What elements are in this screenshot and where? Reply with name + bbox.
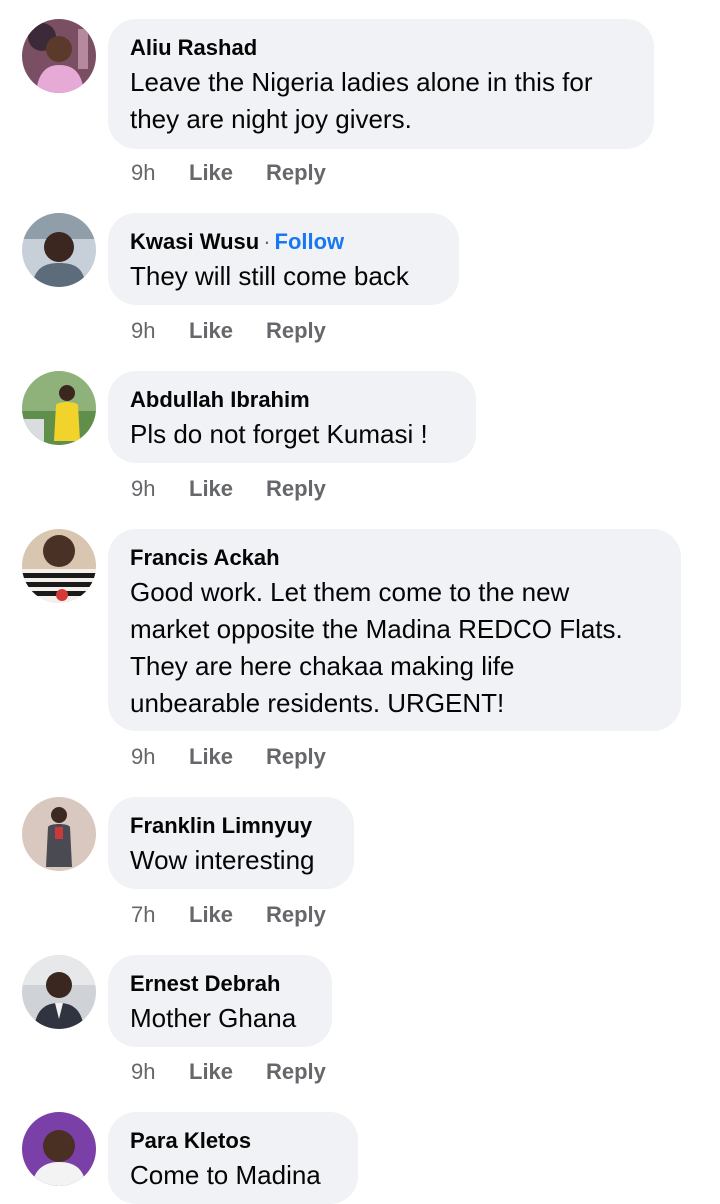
comment-text-line: Come to Madina [130, 1160, 321, 1190]
comment-bubble: Para Kletos Come to Madina [108, 1112, 358, 1204]
comment-actions: 7h Like Reply [131, 902, 326, 928]
comment-bubble: Francis Ackah Good work. Let them come t… [108, 529, 681, 731]
reply-button[interactable]: Reply [266, 902, 326, 928]
comment-actions: 9h Like Reply [131, 476, 326, 502]
comment-text-line: They will still come back [130, 261, 409, 291]
comment-time[interactable]: 9h [131, 318, 189, 344]
reply-button[interactable]: Reply [266, 476, 326, 502]
comment-time[interactable]: 7h [131, 902, 189, 928]
user-avatar-icon[interactable] [22, 19, 96, 93]
commenter-name[interactable]: Aliu Rashad [130, 35, 257, 60]
comment-text-line: Good work. Let them come to the new [130, 577, 570, 607]
comment-bubble: Ernest Debrah Mother Ghana [108, 955, 332, 1047]
user-avatar-icon[interactable] [22, 529, 96, 603]
comment-bubble: Franklin Limnyuy Wow interesting [108, 797, 354, 889]
commenter-name[interactable]: Franklin Limnyuy [130, 813, 312, 838]
comment-actions: 9h Like Reply [131, 744, 326, 770]
follow-separator: · [263, 229, 271, 254]
comment-time[interactable]: 9h [131, 476, 189, 502]
like-button[interactable]: Like [189, 318, 266, 344]
like-button[interactable]: Like [189, 476, 266, 502]
commenter-name[interactable]: Francis Ackah [130, 545, 280, 570]
user-avatar-icon[interactable] [22, 1112, 96, 1186]
comment-actions: 9h Like Reply [131, 160, 326, 186]
commenter-name[interactable]: Kwasi Wusu [130, 229, 259, 254]
commenter-name[interactable]: Ernest Debrah [130, 971, 280, 996]
comment-time[interactable]: 9h [131, 160, 189, 186]
user-avatar-icon[interactable] [22, 955, 96, 1029]
comment-text-line: they are night joy givers. [130, 104, 412, 134]
comment-bubble: Abdullah Ibrahim Pls do not forget Kumas… [108, 371, 476, 463]
user-avatar-icon[interactable] [22, 797, 96, 871]
comment-actions: 9h Like Reply [131, 318, 326, 344]
like-button[interactable]: Like [189, 160, 266, 186]
comment-text-line: Leave the Nigeria ladies alone in this f… [130, 67, 593, 97]
follow-button[interactable]: Follow [275, 229, 345, 254]
like-button[interactable]: Like [189, 1059, 266, 1085]
comment-time[interactable]: 9h [131, 744, 189, 770]
user-avatar-icon[interactable] [22, 213, 96, 287]
reply-button[interactable]: Reply [266, 1059, 326, 1085]
comment-text-line: market opposite the Madina REDCO Flats. [130, 614, 623, 644]
reply-button[interactable]: Reply [266, 318, 326, 344]
like-button[interactable]: Like [189, 744, 266, 770]
commenter-name[interactable]: Abdullah Ibrahim [130, 387, 310, 412]
comment-bubble: Aliu Rashad Leave the Nigeria ladies alo… [108, 19, 654, 149]
reply-button[interactable]: Reply [266, 744, 326, 770]
like-button[interactable]: Like [189, 902, 266, 928]
comment-actions: 9h Like Reply [131, 1059, 326, 1085]
commenter-name[interactable]: Para Kletos [130, 1128, 251, 1153]
reply-button[interactable]: Reply [266, 160, 326, 186]
comment-text-line: They are here chakaa making life [130, 651, 515, 681]
comment-text-line: Pls do not forget Kumasi ! [130, 419, 428, 449]
comment-text-line: unbearable residents. URGENT! [130, 688, 505, 718]
comment-time[interactable]: 9h [131, 1059, 189, 1085]
comment-bubble: Kwasi Wusu · Follow They will still come b… [108, 213, 459, 305]
comment-text-line: Mother Ghana [130, 1003, 297, 1033]
user-avatar-icon[interactable] [22, 371, 96, 445]
comment-text-line: Wow interesting [130, 845, 315, 875]
